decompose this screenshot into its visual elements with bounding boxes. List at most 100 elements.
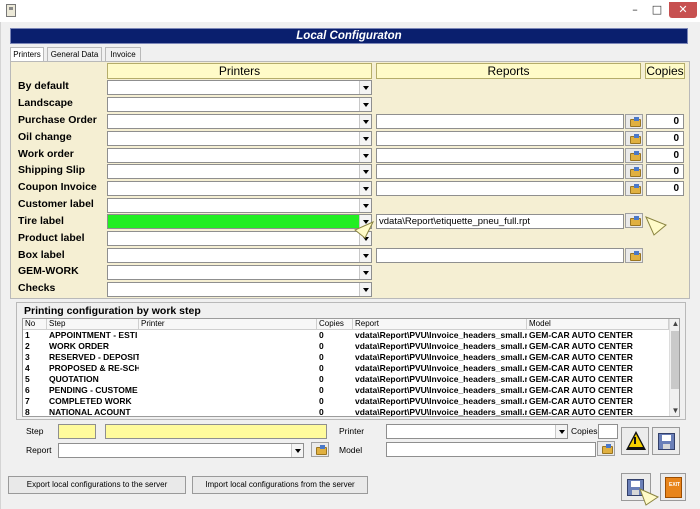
scroll-thumb[interactable] <box>671 331 679 389</box>
printer-select-checks[interactable] <box>107 282 372 297</box>
step-printer-select[interactable] <box>386 424 568 439</box>
step-number-field[interactable] <box>58 424 96 439</box>
copies-field-purchase-order[interactable]: 0 <box>646 114 684 129</box>
cell-no: 8 <box>25 407 30 417</box>
cell-model: GEM-CAR AUTO CENTER <box>529 407 633 417</box>
work-step-table[interactable]: No Step Printer Copies Report Model 1 AP… <box>22 318 680 417</box>
page-title: Local Configuraton <box>10 28 688 44</box>
browse-folder-icon[interactable] <box>597 441 615 456</box>
maximize-button[interactable]: □ <box>646 2 668 18</box>
close-button[interactable]: ✕ <box>669 2 697 18</box>
report-field-purchase-order[interactable] <box>376 114 624 129</box>
column-header-report[interactable]: Report <box>353 319 527 330</box>
tab-printers[interactable]: Printers <box>10 47 44 62</box>
printer-select-oil-change[interactable] <box>107 131 372 146</box>
printer-select-work-order[interactable] <box>107 148 372 163</box>
pointer-arrow-icon <box>645 216 667 236</box>
cell-no: 2 <box>25 341 30 351</box>
cell-report: vdata\Report\PVU\Invoice_headers_small.r <box>355 363 527 373</box>
minimize-button[interactable]: – <box>624 2 646 18</box>
report-field-box-label[interactable] <box>376 248 624 263</box>
cell-step: WORK ORDER <box>49 341 109 351</box>
chevron-down-icon[interactable] <box>359 115 371 128</box>
copies-field-coupon-invoice[interactable]: 0 <box>646 181 684 196</box>
chevron-down-icon[interactable] <box>359 149 371 162</box>
chevron-down-icon[interactable] <box>359 249 371 262</box>
browse-folder-icon[interactable] <box>625 248 643 263</box>
save-disk-icon <box>658 433 675 450</box>
row-label-by-default: By default <box>18 80 69 92</box>
cell-model: GEM-CAR AUTO CENTER <box>529 396 633 406</box>
row-label-box-label: Box label <box>18 249 65 261</box>
tab-invoice[interactable]: Invoice <box>105 47 141 61</box>
chevron-down-icon[interactable] <box>359 283 371 296</box>
copies-field-shipping-slip[interactable]: 0 <box>646 164 684 179</box>
table-scrollbar[interactable]: ▲ ▼ <box>669 319 679 416</box>
printer-select-customer-label[interactable] <box>107 198 372 213</box>
report-field-coupon-invoice[interactable] <box>376 181 624 196</box>
row-label-purchase-order: Purchase Order <box>18 114 97 126</box>
printer-select-landscape[interactable] <box>107 97 372 112</box>
exit-button[interactable]: EXIT <box>660 473 686 501</box>
cell-model: GEM-CAR AUTO CENTER <box>529 374 633 384</box>
row-label-shipping-slip: Shipping Slip <box>18 164 86 176</box>
chevron-down-icon[interactable] <box>359 165 371 178</box>
scroll-down-icon[interactable]: ▼ <box>670 406 679 416</box>
cell-printer <box>139 374 317 385</box>
cell-no: 5 <box>25 374 30 384</box>
step-copies-field[interactable] <box>598 424 618 439</box>
export-config-button[interactable]: Export local configurations to the serve… <box>8 476 186 494</box>
printer-label: Printer <box>339 426 365 436</box>
chevron-down-icon[interactable] <box>359 98 371 111</box>
browse-folder-icon[interactable] <box>625 164 643 179</box>
chevron-down-icon[interactable] <box>359 199 371 212</box>
printer-select-tire-label[interactable] <box>107 214 372 229</box>
chevron-down-icon[interactable] <box>359 266 371 279</box>
column-header-model[interactable]: Model <box>527 319 669 330</box>
warning-button[interactable] <box>621 427 649 455</box>
cell-printer <box>139 341 317 352</box>
report-field-shipping-slip[interactable] <box>376 164 624 179</box>
report-field-oil-change[interactable] <box>376 131 624 146</box>
printer-select-box-label[interactable] <box>107 248 372 263</box>
step-name-field[interactable] <box>105 424 327 439</box>
chevron-down-icon[interactable] <box>291 444 303 457</box>
column-header-no[interactable]: No <box>23 319 47 330</box>
cell-report: vdata\Report\PVU\Invoice_headers_small.r <box>355 407 527 417</box>
browse-folder-icon[interactable] <box>625 148 643 163</box>
chevron-down-icon[interactable] <box>555 425 567 438</box>
row-label-customer-label: Customer label <box>18 198 94 210</box>
browse-folder-icon[interactable] <box>625 131 643 146</box>
step-model-field[interactable] <box>386 442 596 457</box>
browse-folder-icon[interactable] <box>625 114 643 129</box>
column-header-step[interactable]: Step <box>47 319 139 330</box>
copies-field-work-order[interactable]: 0 <box>646 148 684 163</box>
chevron-down-icon[interactable] <box>359 182 371 195</box>
chevron-down-icon[interactable] <box>359 132 371 145</box>
browse-folder-icon[interactable] <box>625 181 643 196</box>
browse-folder-icon[interactable] <box>311 442 329 457</box>
warning-mark <box>634 437 636 444</box>
report-field-tire-label[interactable]: vdata\Report\etiquette_pneu_full.rpt <box>376 214 624 229</box>
scroll-up-icon[interactable]: ▲ <box>670 319 679 329</box>
column-header-printer[interactable]: Printer <box>139 319 317 330</box>
cell-report: vdata\Report\PVU\Invoice_headers_small.r <box>355 352 527 362</box>
printer-select-purchase-order[interactable] <box>107 114 372 129</box>
printer-select-shipping-slip[interactable] <box>107 164 372 179</box>
report-field-work-order[interactable] <box>376 148 624 163</box>
cell-copies: 0 <box>319 385 324 395</box>
printer-select-product-label[interactable] <box>107 231 372 246</box>
column-header-copies[interactable]: Copies <box>317 319 353 330</box>
cell-report: vdata\Report\PVU\Invoice_headers_small.r <box>355 374 527 384</box>
cell-step: NATIONAL ACOUNT <box>49 407 131 417</box>
printer-select-coupon-invoice[interactable] <box>107 181 372 196</box>
browse-folder-icon[interactable] <box>625 213 643 228</box>
printer-select-by-default[interactable] <box>107 80 372 95</box>
tab-general-data[interactable]: General Data <box>47 47 102 61</box>
step-report-select[interactable] <box>58 443 304 458</box>
copies-field-oil-change[interactable]: 0 <box>646 131 684 146</box>
save-step-button[interactable] <box>652 427 680 455</box>
printer-select-gem-work[interactable] <box>107 265 372 280</box>
import-config-button[interactable]: Import local configurations from the ser… <box>192 476 368 494</box>
chevron-down-icon[interactable] <box>359 81 371 94</box>
